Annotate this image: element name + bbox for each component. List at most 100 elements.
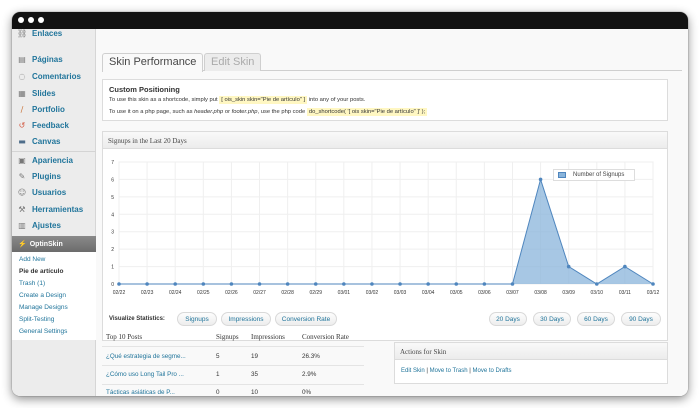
- sidebar-item-apariencia[interactable]: ▣ Apariencia: [12, 152, 96, 168]
- x-tick-label: 03/03: [394, 290, 407, 296]
- tab-edit-skin[interactable]: Edit Skin: [204, 53, 262, 71]
- actions-title: Actions for Skin: [395, 343, 667, 360]
- canvas-icon: ▬: [18, 136, 26, 146]
- sidebar-item-enlaces[interactable]: ⛓ Enlaces: [12, 25, 96, 41]
- y-tick-label: 1: [111, 265, 114, 271]
- optinskin-icon: ⚡: [18, 241, 27, 248]
- sidebar-item-plugins[interactable]: ✎ Plugins: [12, 168, 96, 184]
- sidebar-item-feedback[interactable]: ↺ Feedback: [12, 117, 96, 133]
- x-tick-label: 03/10: [591, 290, 604, 296]
- data-point: [370, 282, 374, 286]
- x-tick-label: 03/09: [562, 290, 575, 296]
- submenu-current-skin[interactable]: Pie de artículo: [19, 268, 63, 275]
- window-maximize-dot[interactable]: [38, 17, 44, 23]
- sidebar-item-comentarios[interactable]: ◌ Comentarios: [12, 68, 96, 84]
- sidebar-item-canvas[interactable]: ▬ Canvas: [12, 133, 96, 149]
- y-tick-label: 5: [111, 195, 114, 201]
- php-file-footer: footer.php: [231, 109, 258, 115]
- 20-days-button[interactable]: 20 Days: [489, 312, 527, 326]
- sidebar-item-portfolio[interactable]: ∕ Portfolio: [12, 101, 96, 117]
- post-title-link[interactable]: Tácticas asiáticas de P...: [106, 389, 175, 396]
- th-impressions: Impressions: [251, 333, 285, 341]
- impressions-stat-button[interactable]: Impressions: [221, 312, 271, 326]
- 60-days-button[interactable]: 60 Days: [577, 312, 615, 326]
- 30-days-button[interactable]: 30 Days: [533, 312, 571, 326]
- sidebar-item-label: Canvas: [32, 136, 61, 146]
- submenu-trash[interactable]: Trash (1): [19, 280, 45, 287]
- move-to-trash-link[interactable]: Move to Trash: [430, 368, 468, 374]
- row-divider: [102, 365, 364, 366]
- y-tick-label: 4: [111, 212, 114, 218]
- post-conversion: 26.3%: [302, 353, 320, 360]
- chart-y-axis: 0 1 2 3 4 5 6 7: [111, 160, 114, 288]
- php-text: To use it on a php page, such as: [109, 109, 193, 115]
- x-tick-label: 02/28: [281, 290, 294, 296]
- sidebar-item-label: Plugins: [32, 171, 61, 181]
- sidebar-item-label: Páginas: [32, 54, 63, 64]
- portfolio-icon: ∕: [20, 104, 24, 114]
- sidebar-item-label: Apariencia: [32, 155, 73, 165]
- window-minimize-dot[interactable]: [28, 17, 34, 23]
- y-tick-label: 3: [111, 230, 114, 236]
- submenu-manage-designs[interactable]: Manage Designs: [19, 304, 68, 311]
- x-tick-label: 03/06: [478, 290, 491, 296]
- sidebar-item-label: Enlaces: [32, 28, 63, 38]
- window-close-dot[interactable]: [18, 17, 24, 23]
- edit-skin-link[interactable]: Edit Skin: [401, 368, 425, 374]
- sidebar-item-optinskin[interactable]: ⚡ OptinSkin: [12, 236, 102, 252]
- post-signups: 5: [216, 353, 220, 360]
- header-divider: [102, 346, 364, 347]
- data-point: [201, 282, 206, 286]
- x-tick-label: 03/05: [450, 290, 463, 296]
- tools-icon: ⚒: [18, 204, 26, 214]
- data-point: [342, 282, 346, 286]
- tab-skin-performance[interactable]: Skin Performance: [102, 53, 204, 72]
- link-icon: ⛓: [17, 28, 28, 38]
- submenu-add-new[interactable]: Add New: [19, 256, 45, 263]
- admin-sidebar: ⛓ Enlaces ▤ Páginas ◌ Comentarios ▦ Slid…: [12, 29, 102, 396]
- submenu-split-testing[interactable]: Split-Testing: [19, 316, 54, 323]
- php-text-or: or: [224, 109, 230, 115]
- submenu-general-settings[interactable]: General Settings: [19, 328, 67, 335]
- post-signups: 0: [216, 389, 220, 396]
- signups-box: Signups in the Last 20 Days 01234567 02/…: [102, 131, 668, 341]
- submenu-create-design[interactable]: Create a Design: [19, 292, 66, 299]
- link-separator: |: [426, 368, 428, 374]
- signups-stat-button[interactable]: Signups: [177, 312, 217, 326]
- comments-icon: ◌: [18, 71, 26, 81]
- sidebar-item-label: OptinSkin: [29, 240, 63, 248]
- data-point: [257, 282, 262, 286]
- post-impressions: 35: [251, 371, 259, 378]
- data-point: [482, 282, 487, 286]
- sidebar-item-paginas[interactable]: ▤ Páginas: [12, 51, 96, 67]
- data-point: [651, 282, 655, 286]
- sidebar-item-herramientas[interactable]: ⚒ Herramientas: [12, 201, 96, 217]
- data-point: [285, 282, 290, 286]
- sidebar-item-slides[interactable]: ▦ Slides: [12, 85, 96, 101]
- post-title-link[interactable]: ¿Qué estrategia de segme...: [106, 353, 186, 360]
- post-conversion: 2.9%: [302, 371, 317, 378]
- x-tick-label: 02/27: [253, 290, 266, 296]
- data-point: [426, 282, 430, 286]
- move-to-drafts-link[interactable]: Move to Drafts: [473, 368, 512, 374]
- sidebar-item-label: Usuarios: [32, 187, 67, 197]
- sidebar-item-ajustes[interactable]: ▥ Ajustes: [12, 217, 96, 233]
- sidebar-item-label: Feedback: [32, 120, 69, 130]
- sidebar-item-label: Ajustes: [32, 220, 61, 230]
- conversion-rate-stat-button[interactable]: Conversion Rate: [275, 312, 337, 326]
- sidebar-item-usuarios[interactable]: ☺ Usuarios: [12, 184, 96, 200]
- custom-positioning-title: Custom Positioning: [109, 85, 180, 94]
- data-point: [145, 282, 149, 286]
- x-tick-label: 02/24: [169, 290, 182, 296]
- php-text-mid: , use the php code: [257, 109, 306, 115]
- chart-legend: Number of Signups: [553, 169, 635, 181]
- data-point: [173, 282, 178, 286]
- x-tick-label: 02/23: [141, 290, 154, 296]
- post-title-link[interactable]: ¿Cómo uso Long Tail Pro ...: [106, 371, 184, 378]
- x-tick-label: 02/25: [197, 290, 210, 296]
- 90-days-button[interactable]: 90 Days: [621, 312, 661, 326]
- window-titlebar: [12, 12, 688, 29]
- php-code-snippet[interactable]: do_shortcode( '[ ois skin="Pie de artícu…: [306, 108, 428, 116]
- shortcode-snippet[interactable]: [ ois_skin skin="Pie de artículo" ]: [219, 96, 308, 104]
- x-tick-label: 03/12: [647, 290, 660, 296]
